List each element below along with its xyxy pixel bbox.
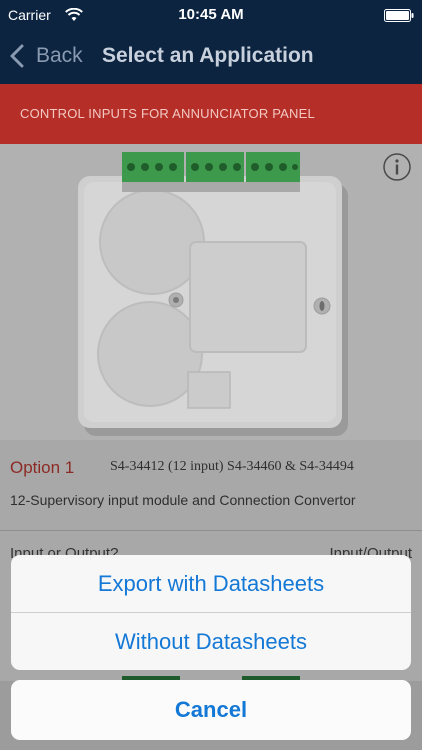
battery-icon [384, 9, 414, 22]
export-with-datasheets-button[interactable]: Export with Datasheets [11, 555, 411, 612]
cancel-group: Cancel [11, 680, 411, 740]
option-description: 12-Supervisory input module and Connecti… [10, 492, 356, 508]
product-photo [78, 152, 348, 436]
export-without-datasheets-button[interactable]: Without Datasheets [11, 613, 411, 670]
status-bar: Carrier 10:45 AM [0, 0, 422, 30]
back-button[interactable]: Back [36, 44, 83, 68]
status-time: 10:45 AM [178, 6, 244, 23]
info-icon[interactable] [382, 152, 412, 182]
option-label: Option 1 [10, 458, 75, 477]
action-sheet: Export with Datasheets Without Datasheet… [11, 555, 411, 670]
option-row[interactable]: Option 1 S4-34412 (12 input) S4-34460 & … [0, 440, 422, 530]
chevron-left-icon[interactable] [10, 44, 24, 68]
page-title: Select an Application [102, 44, 314, 67]
option-part-numbers: S4-34412 (12 input) S4-34460 & S4-34494 [110, 459, 354, 474]
section-header: CONTROL INPUTS FOR ANNUNCIATOR PANEL [0, 84, 422, 144]
navigation-bar: Back Select an Application [0, 30, 422, 84]
cancel-button[interactable]: Cancel [11, 680, 411, 740]
section-header-title: CONTROL INPUTS FOR ANNUNCIATOR PANEL [20, 106, 315, 121]
